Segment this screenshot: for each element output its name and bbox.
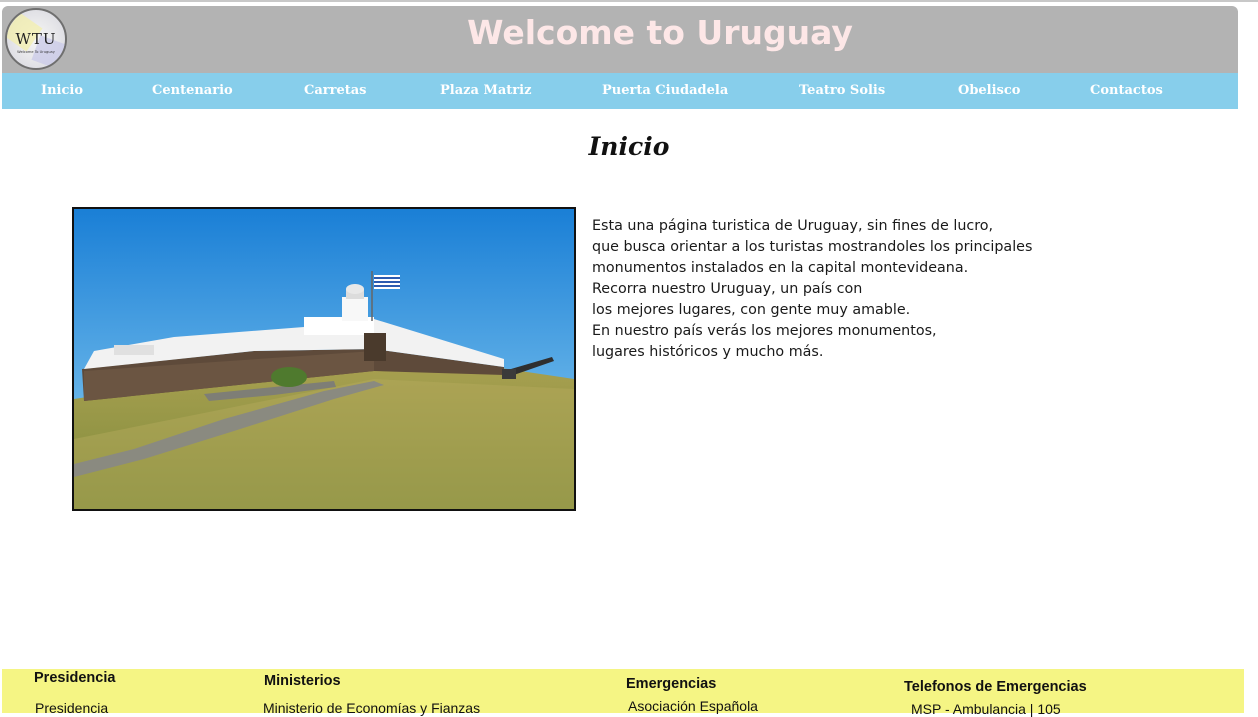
- intro-line: lugares históricos y mucho más.: [592, 344, 824, 360]
- site-footer: Presidencia Presidencia Ministerios Mini…: [2, 669, 1244, 717]
- footer-link-msp-ambulancia[interactable]: MSP - Ambulancia | 105: [911, 701, 1061, 717]
- intro-line: que busca orientar a los turistas mostra…: [592, 239, 1033, 255]
- nav-item-puerta-ciudadela[interactable]: Puerta Ciudadela: [602, 83, 728, 98]
- intro-line: En nuestro país verás los mejores monume…: [592, 323, 937, 339]
- top-border-line: [0, 0, 1258, 2]
- intro-line: Esta una página turistica de Uruguay, si…: [592, 218, 994, 234]
- site-title: Welcome to Uruguay: [467, 13, 853, 52]
- footer-heading-ministerios: Ministerios: [264, 673, 341, 689]
- footer-heading-telefonos: Telefonos de Emergencias: [904, 679, 1087, 695]
- footer-heading-emergencias: Emergencias: [626, 676, 717, 692]
- site-header: WTU Welcome To Uruguay Welcome to Urugua…: [2, 6, 1238, 73]
- intro-line: monumentos instalados en la capital mont…: [592, 260, 969, 276]
- intro-line: Recorra nuestro Uruguay, un país con: [592, 281, 863, 297]
- footer-link-asociacion-espanola[interactable]: Asociación Española: [628, 698, 758, 714]
- footer-heading-presidencia: Presidencia: [34, 670, 116, 686]
- nav-item-inicio[interactable]: Inicio: [41, 83, 83, 98]
- nav-item-contactos[interactable]: Contactos: [1090, 83, 1163, 98]
- intro-line: los mejores lugares, con gente muy amabl…: [592, 302, 911, 318]
- page-heading: Inicio: [588, 132, 670, 161]
- intro-text: Esta una página turistica de Uruguay, si…: [592, 216, 1072, 363]
- footer-link-ministerio-economia[interactable]: Ministerio de Economías y Fianzas: [263, 700, 480, 716]
- nav-item-carretas[interactable]: Carretas: [304, 83, 367, 98]
- main-nav: Inicio Centenario Carretas Plaza Matriz …: [2, 73, 1238, 109]
- nav-item-centenario[interactable]: Centenario: [152, 83, 233, 98]
- fortress-photo: [72, 207, 576, 511]
- nav-item-plaza-matriz[interactable]: Plaza Matriz: [440, 83, 531, 98]
- footer-link-presidencia[interactable]: Presidencia: [35, 700, 108, 716]
- nav-item-teatro-solis[interactable]: Teatro Solis: [799, 83, 885, 98]
- nav-item-obelisco[interactable]: Obelisco: [958, 83, 1020, 98]
